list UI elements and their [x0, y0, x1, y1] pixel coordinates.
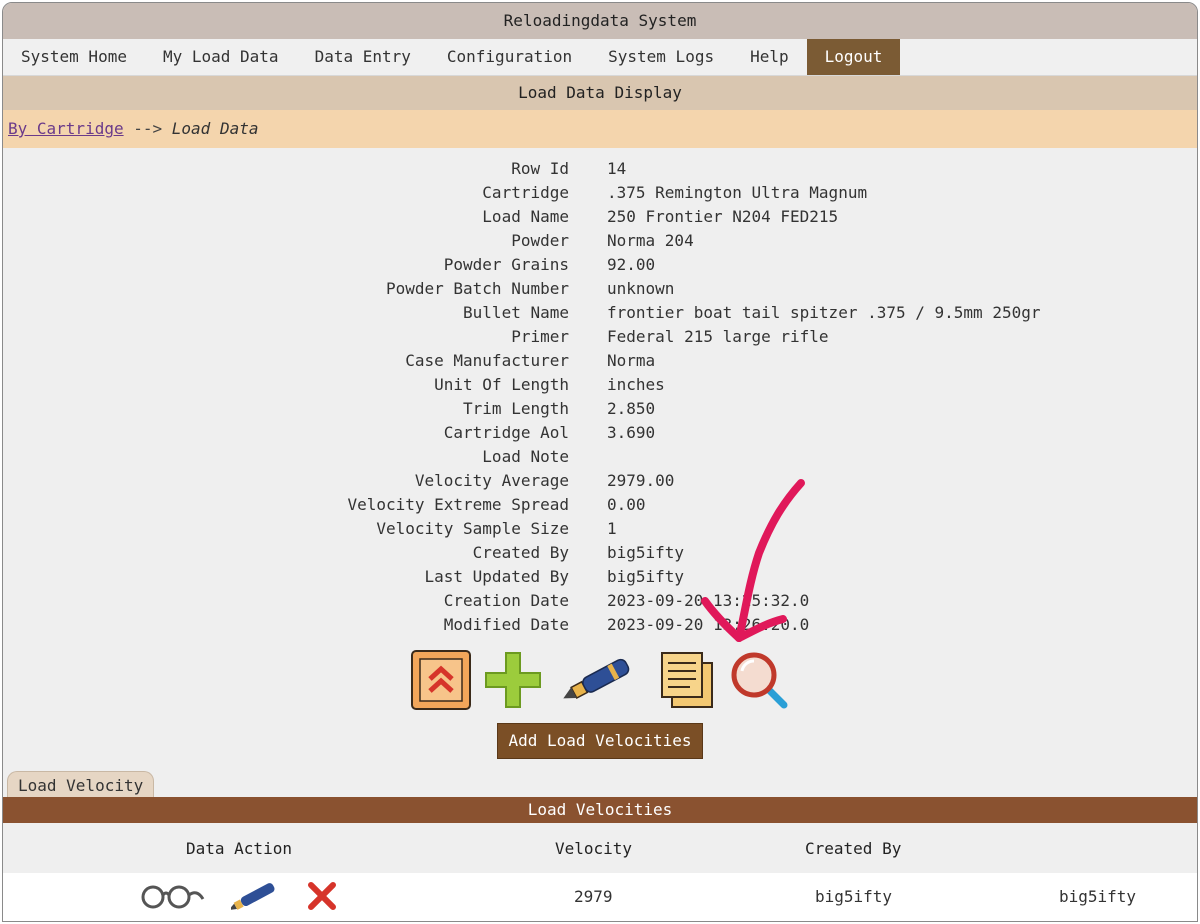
detail-row: Bullet Name frontier boat tail spitzer .3… — [3, 301, 1197, 325]
tab-load-velocity[interactable]: Load Velocity — [7, 771, 155, 798]
table-row: 2979 big5ifty big5ifty — [3, 873, 1197, 921]
edit-pen-icon[interactable] — [231, 879, 279, 913]
nav-system-home[interactable]: System Home — [3, 39, 145, 75]
detail-value: frontier boat tail spitzer .375 / 9.5mm … — [607, 303, 1041, 322]
column-header-velocity: Velocity — [555, 839, 633, 858]
detail-label: Load Note — [482, 447, 569, 466]
app-window: Reloadingdata System System Home My Load… — [2, 2, 1198, 922]
breadcrumb: By Cartridge --> Load Data — [3, 110, 1197, 148]
cell-updated-by: big5ifty — [1059, 887, 1137, 906]
view-glasses-icon[interactable] — [139, 879, 205, 913]
detail-label: Cartridge — [482, 183, 569, 202]
detail-value: 14 — [607, 159, 627, 178]
copy-documents-icon[interactable] — [656, 649, 718, 711]
detail-label: Unit Of Length — [434, 375, 569, 394]
delete-x-icon[interactable] — [307, 879, 337, 913]
detail-row: Trim Length 2.850 — [3, 397, 1197, 421]
nav-help[interactable]: Help — [732, 39, 807, 75]
detail-row: Cartridge .375 Remington Ultra Magnum — [3, 181, 1197, 205]
detail-label: Velocity Average — [414, 471, 569, 490]
detail-value: 2.850 — [607, 399, 656, 418]
detail-value: 1 — [607, 519, 617, 538]
search-magnifier-icon[interactable] — [728, 649, 790, 711]
edit-pen-icon[interactable] — [554, 649, 646, 711]
detail-row: Powder Batch Number unknown — [3, 277, 1197, 301]
detail-row: Load Note — [3, 445, 1197, 469]
detail-row: Case Manufacturer Norma — [3, 349, 1197, 373]
window-title: Reloadingdata System — [3, 3, 1197, 39]
cell-created-by: big5ifty — [815, 887, 893, 906]
detail-value: 250 Frontier N204 FED215 — [607, 207, 839, 226]
detail-label: Case Manufacturer — [405, 351, 569, 370]
detail-row: Velocity Sample Size 1 — [3, 517, 1197, 541]
back-to-top-icon[interactable] — [410, 649, 472, 711]
detail-row: Velocity Extreme Spread 0.00 — [3, 493, 1197, 517]
detail-label: Powder Batch Number — [385, 279, 569, 298]
detail-row: Row Id 14 — [3, 157, 1197, 181]
main-nav: System Home My Load Data Data Entry Conf… — [3, 39, 1197, 76]
detail-label: Creation Date — [443, 591, 569, 610]
detail-value: Norma 204 — [607, 231, 694, 250]
detail-label: Bullet Name — [463, 303, 569, 322]
action-icons — [3, 649, 1197, 711]
detail-value: big5ifty — [607, 543, 685, 562]
detail-row: Modified Date 2023-09-20 13:26:20.0 — [3, 613, 1197, 637]
nav-my-load-data[interactable]: My Load Data — [145, 39, 297, 75]
detail-row: Velocity Average 2979.00 — [3, 469, 1197, 493]
breadcrumb-current: Load Data — [171, 119, 259, 138]
detail-label: Primer — [511, 327, 569, 346]
detail-row: Creation Date 2023-09-20 13:25:32.0 — [3, 589, 1197, 613]
nav-configuration[interactable]: Configuration — [429, 39, 590, 75]
detail-label: Created By — [472, 543, 569, 562]
detail-row: Powder Norma 204 — [3, 229, 1197, 253]
detail-label: Powder — [511, 231, 569, 250]
detail-label: Powder Grains — [443, 255, 569, 274]
nav-logout[interactable]: Logout — [806, 39, 901, 75]
add-velocities-wrap: Add Load Velocities — [3, 723, 1197, 759]
detail-label: Last Updated By — [424, 567, 570, 586]
detail-label: Trim Length — [463, 399, 569, 418]
detail-label: Modified Date — [443, 615, 569, 634]
detail-row: Last Updated By big5ifty — [3, 565, 1197, 589]
breadcrumb-separator: --> — [133, 119, 163, 138]
detail-value: 3.690 — [607, 423, 656, 442]
breadcrumb-link-by-cartridge[interactable]: By Cartridge — [8, 119, 124, 138]
column-header-created-by: Created By — [805, 839, 902, 858]
detail-value: unknown — [607, 279, 675, 298]
nav-data-entry[interactable]: Data Entry — [297, 39, 429, 75]
detail-value: 0.00 — [607, 495, 646, 514]
detail-row: Primer Federal 215 large rifle — [3, 325, 1197, 349]
detail-label: Load Name — [482, 207, 569, 226]
detail-value: Norma — [607, 351, 656, 370]
cell-velocity: 2979 — [574, 887, 613, 906]
nav-system-logs[interactable]: System Logs — [590, 39, 732, 75]
detail-label: Cartridge Aol — [443, 423, 569, 442]
detail-label: Row Id — [511, 159, 569, 178]
load-details: Row Id 14 Cartridge .375 Remington Ultra M… — [3, 157, 1197, 637]
detail-row: Created By big5ifty — [3, 541, 1197, 565]
detail-row: Cartridge Aol 3.690 — [3, 421, 1197, 445]
detail-value: 2023-09-20 13:26:20.0 — [607, 615, 810, 634]
detail-value: .375 Remington Ultra Magnum — [607, 183, 868, 202]
detail-value: 92.00 — [607, 255, 656, 274]
add-load-velocities-button[interactable]: Add Load Velocities — [497, 723, 703, 759]
detail-value: 2979.00 — [607, 471, 675, 490]
detail-value: Federal 215 large rifle — [607, 327, 829, 346]
detail-value: big5ifty — [607, 567, 685, 586]
section-title: Load Data Display — [3, 76, 1197, 110]
detail-value: 2023-09-20 13:25:32.0 — [607, 591, 810, 610]
add-icon[interactable] — [482, 649, 544, 711]
velocities-column-headers: Data Action Velocity Created By — [3, 839, 1197, 869]
detail-label: Velocity Sample Size — [376, 519, 569, 538]
detail-label: Velocity Extreme Spread — [347, 495, 569, 514]
detail-row: Load Name 250 Frontier N204 FED215 — [3, 205, 1197, 229]
detail-row: Unit Of Length inches — [3, 373, 1197, 397]
detail-value: inches — [607, 375, 665, 394]
column-header-data-action: Data Action — [186, 839, 292, 858]
detail-row: Powder Grains 92.00 — [3, 253, 1197, 277]
velocities-title: Load Velocities — [3, 797, 1197, 823]
